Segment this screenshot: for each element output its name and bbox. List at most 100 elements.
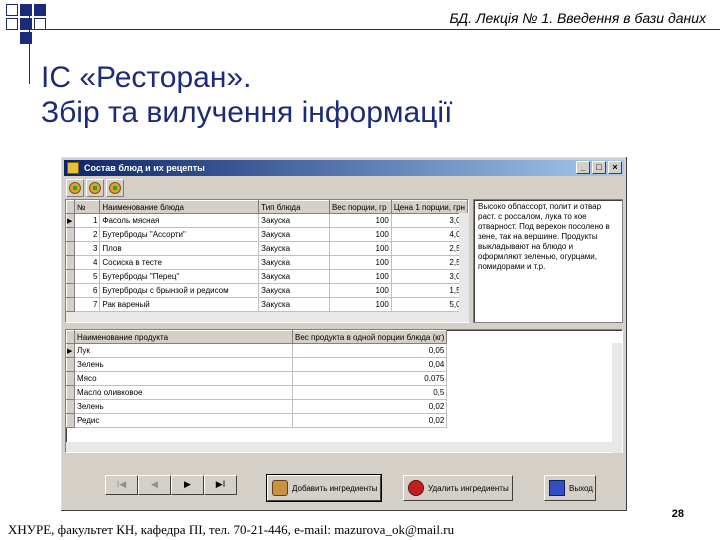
header-divider [28,29,720,30]
products-grid[interactable]: Наименование продукта Вес продукта в одн… [65,329,623,453]
dish-row[interactable]: 4 Сосиска в тесте Закуска 100 2,50 [66,255,468,270]
portion-weight-cell[interactable]: 100 [329,213,392,228]
row-indicator [66,269,75,284]
product-name-cell[interactable]: Масло оливковое [74,385,293,400]
column-header-number[interactable]: № [73,200,101,214]
products-vertical-scrollbar[interactable] [612,343,622,453]
dish-number-cell[interactable]: 4 [74,255,101,270]
product-row[interactable]: ▶ Лук 0,05 [66,343,448,358]
dishes-vertical-scrollbar[interactable] [459,213,469,313]
minimize-button[interactable]: _ [576,161,590,174]
portion-price-cell[interactable]: 1,50 [391,283,468,298]
product-name-cell[interactable]: Редис [74,413,293,428]
dish-row[interactable]: 2 Бутерброды "Ассорти" Закуска 100 4,00 [66,227,468,242]
portion-price-cell[interactable]: 4,00 [391,227,468,242]
close-button[interactable]: × [608,161,622,174]
portion-weight-cell[interactable]: 100 [329,297,392,312]
toolbar-delete-button[interactable] [106,179,124,197]
dishes-horizontal-scrollbar[interactable] [66,312,469,322]
dish-row[interactable]: 5 Бутерброды "Перец" Закуска 100 3,00 [66,269,468,284]
recipe-memo[interactable]: Высоко обпассорт, полит и отвар раст. с … [473,199,623,323]
window-titlebar[interactable]: Состав блюд и их рецепты _ □ × [64,160,624,176]
portion-price-cell[interactable]: 3,00 [391,213,468,228]
product-name-cell[interactable]: Лук [74,343,293,358]
product-weight-cell[interactable]: 0,04 [292,357,448,372]
nav-prev-button[interactable]: ◀ [138,475,171,495]
dish-number-cell[interactable]: 3 [74,241,101,256]
nav-last-button[interactable]: ▶I [204,475,237,495]
exit-button[interactable]: Выход [544,475,596,501]
portion-weight-cell[interactable]: 100 [329,255,392,270]
portion-weight-cell[interactable]: 100 [329,241,392,256]
portion-price-cell[interactable]: 3,00 [391,269,468,284]
product-row[interactable]: Масло оливковое 0,5 [66,385,448,400]
toolbar [66,179,124,197]
decor-square [6,18,18,30]
dish-type-cell[interactable]: Закуска [258,297,330,312]
row-indicator [66,385,75,400]
footer-text: ХНУРЕ, факультет КН, кафедра ПІ, тел. 70… [8,522,455,537]
dish-name-cell[interactable]: Бутерброды "Ассорти" [99,227,260,242]
dish-row[interactable]: 3 Плов Закуска 100 2,50 [66,241,468,256]
portion-price-cell[interactable]: 2,50 [391,255,468,270]
dish-type-cell[interactable]: Закуска [258,255,330,270]
product-weight-cell[interactable]: 0,075 [292,371,448,386]
dish-name-cell[interactable]: Бутерброды с брынзой и редисом [99,283,260,298]
dish-type-cell[interactable]: Закуска [258,283,330,298]
dish-name-cell[interactable]: Сосиска в тесте [99,255,260,270]
add-ingredients-label: Добавить ингредиенты [292,483,378,493]
portion-weight-cell[interactable]: 100 [329,283,392,298]
toolbar-edit-button[interactable] [86,179,104,197]
portion-price-cell[interactable]: 5,00 [391,297,468,312]
column-header-portion-weight[interactable]: Вес порции, гр [328,200,392,214]
dish-number-cell[interactable]: 6 [74,283,101,298]
dish-row[interactable]: 6 Бутерброды с брынзой и редисом Закуска 10… [66,283,468,298]
product-weight-cell[interactable]: 0,5 [292,385,448,400]
add-ingredients-button[interactable]: Добавить ингредиенты [266,474,382,502]
column-header-product-name[interactable]: Наименование продукта [74,330,293,344]
product-row[interactable]: Зелень 0,02 [66,399,448,414]
product-name-cell[interactable]: Мясо [74,371,293,386]
column-header-portion-price[interactable]: Цена 1 порции, грн [390,200,468,214]
row-indicator [66,297,75,312]
column-header-dish-type[interactable]: Тип блюда [258,200,330,214]
app-icon [67,162,79,174]
dish-type-cell[interactable]: Закуска [258,213,330,228]
product-weight-cell[interactable]: 0,02 [292,399,448,414]
column-header-dish-name[interactable]: Наименование блюда [99,200,260,214]
dish-type-cell[interactable]: Закуска [258,241,330,256]
product-row[interactable]: Зелень 0,04 [66,357,448,372]
maximize-button[interactable]: □ [592,161,606,174]
title-line-2: Збір та вилучення інформації [41,96,453,129]
dish-row[interactable]: ▶ 1 Фасоль мясная Закуска 100 3,00 [66,213,468,228]
dish-number-cell[interactable]: 7 [74,297,101,312]
record-navigator: I◀ ◀ ▶ ▶I [105,475,237,495]
dish-type-cell[interactable]: Закуска [258,269,330,284]
dish-number-cell[interactable]: 2 [74,227,101,242]
product-weight-cell[interactable]: 0,05 [292,343,448,358]
product-row[interactable]: Мясо 0,075 [66,371,448,386]
decor-square [6,4,18,16]
nav-next-button[interactable]: ▶ [171,475,204,495]
column-header-product-weight[interactable]: Вес продукта в одной порции блюда (кг) [291,330,448,344]
dishes-grid[interactable]: № Наименование блюда Тип блюда Вес порци… [65,199,469,323]
product-weight-cell[interactable]: 0,02 [292,413,448,428]
dish-number-cell[interactable]: 5 [74,269,101,284]
dish-type-cell[interactable]: Закуска [258,227,330,242]
dish-name-cell[interactable]: Бутерброды "Перец" [99,269,260,284]
dish-row[interactable]: 7 Рак вареный Закуска 100 5,00 [66,297,468,312]
portion-weight-cell[interactable]: 100 [329,227,392,242]
product-name-cell[interactable]: Зелень [74,399,293,414]
portion-weight-cell[interactable]: 100 [329,269,392,284]
product-name-cell[interactable]: Зелень [74,357,293,372]
dish-name-cell[interactable]: Плов [99,241,260,256]
portion-price-cell[interactable]: 2,50 [391,241,468,256]
dish-number-cell[interactable]: 1 [74,213,101,228]
dish-name-cell[interactable]: Рак вареный [99,297,260,312]
product-row[interactable]: Редис 0,02 [66,413,448,428]
nav-first-button[interactable]: I◀ [105,475,138,495]
products-horizontal-scrollbar[interactable] [66,442,612,452]
toolbar-add-button[interactable] [66,179,84,197]
delete-ingredients-button[interactable]: Удалить ингредиенты [403,475,513,501]
dish-name-cell[interactable]: Фасоль мясная [99,213,260,228]
